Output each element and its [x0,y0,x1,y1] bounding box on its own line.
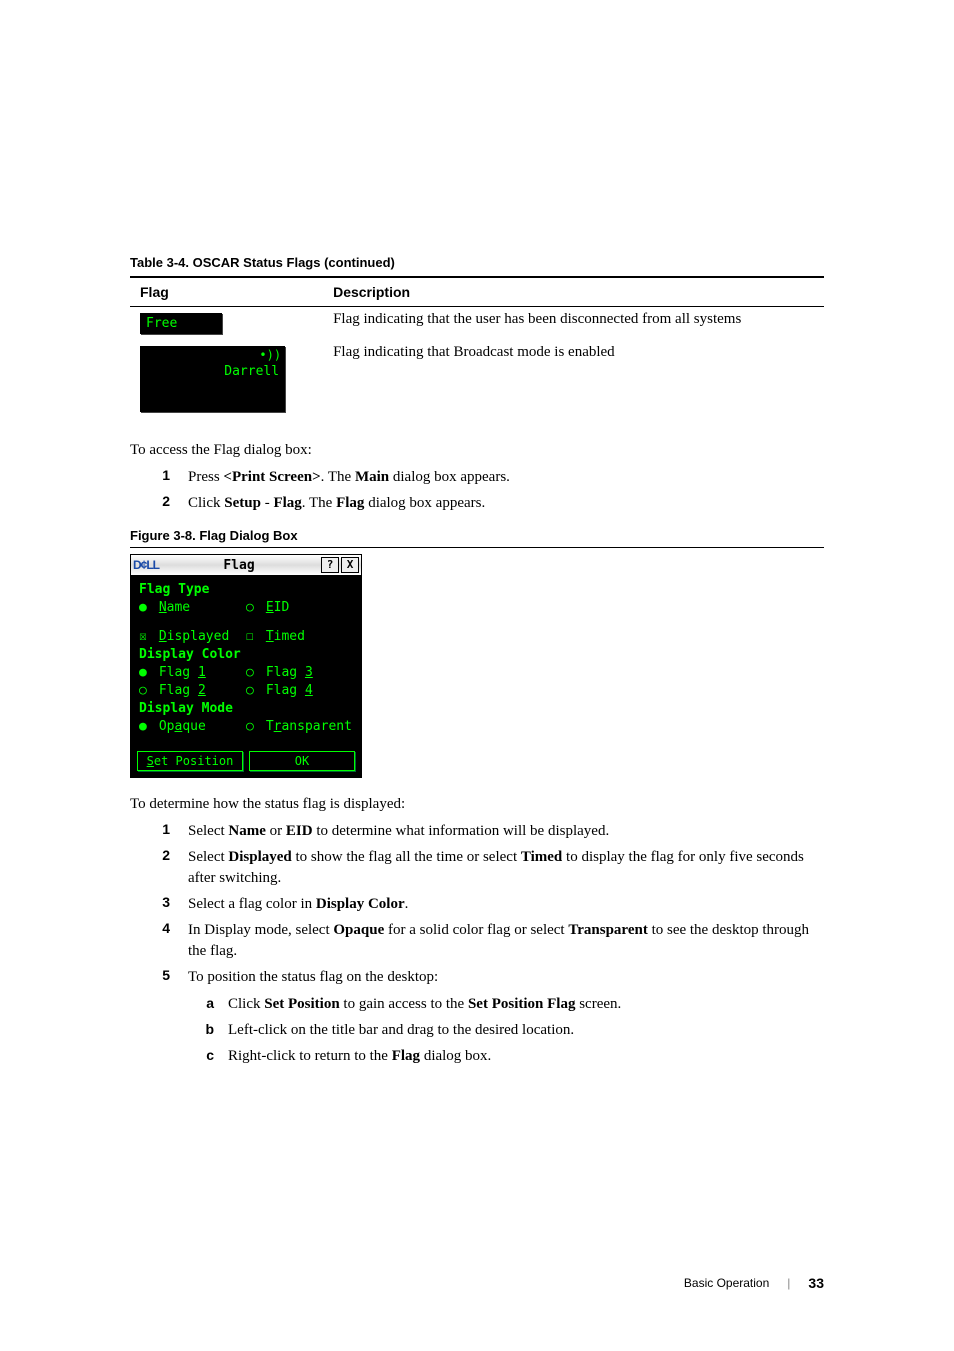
determine-intro: To determine how the status flag is disp… [130,796,824,813]
page-number: 33 [808,1275,824,1291]
dell-logo: D¢LL [133,558,159,572]
table-caption: Table 3-4. OSCAR Status Flags (continued… [130,255,824,270]
step-number: 2 [130,847,188,889]
row-desc: Flag indicating that the user has been d… [323,307,824,341]
group-display-color: Display Color [139,647,353,662]
figure-caption: Figure 3-8. Flag Dialog Box [130,528,824,548]
step-number: 1 [130,467,188,488]
substep-marker: b [188,1020,228,1041]
step-number: 1 [130,821,188,842]
group-flag-type: Flag Type [139,582,353,597]
radio-opaque[interactable]: ● Opaque [139,719,246,734]
ok-button[interactable]: OK [249,751,355,771]
radio-flag2[interactable]: ○ Flag 2 [139,683,246,698]
list-item: 5 To position the status flag on the des… [130,967,824,1072]
set-position-button[interactable]: Set Position [137,751,243,771]
table-row: Darrell •)) Flag indicating that Broadca… [130,340,824,418]
access-steps: 1 Press <Print Screen>. The Main dialog … [130,467,824,514]
group-display-mode: Display Mode [139,701,353,716]
determine-steps: 1 Select Name or EID to determine what i… [130,821,824,1072]
row-desc: Flag indicating that Broadcast mode is e… [323,340,824,418]
list-item: b Left-click on the title bar and drag t… [188,1020,824,1041]
dialog-title: Flag [159,558,319,573]
list-item: 4 In Display mode, select Opaque for a s… [130,920,824,962]
flag-label: Darrell [224,364,279,379]
broadcast-icon: •)) [259,348,281,362]
radio-eid[interactable]: ○ EID [246,600,353,615]
table-row: Free Flag indicating that the user has b… [130,307,824,341]
step-number: 2 [130,493,188,514]
list-item: 2 Click Setup - Flag. The Flag dialog bo… [130,493,824,514]
flag-free-icon: Free [140,313,222,334]
substeps: a Click Set Position to gain access to t… [188,994,824,1067]
radio-flag1[interactable]: ● Flag 1 [139,665,246,680]
flag-dialog: D¢LL Flag ? X Flag Type ● Name ○ EID ☒ D… [130,554,362,778]
checkbox-displayed[interactable]: ☒ Displayed [139,629,246,644]
list-item: 3 Select a flag color in Display Color. [130,894,824,915]
substep-marker: a [188,994,228,1015]
flag-darrell-icon: Darrell •)) [140,346,285,412]
dialog-titlebar[interactable]: D¢LL Flag ? X [131,555,361,576]
status-flags-table: Flag Description Free Flag indicating th… [130,276,824,418]
col-flag: Flag [130,277,323,307]
list-item: 1 Select Name or EID to determine what i… [130,821,824,842]
checkbox-timed[interactable]: ☐ Timed [246,629,353,644]
footer-section: Basic Operation [684,1276,769,1290]
list-item: 2 Select Displayed to show the flag all … [130,847,824,889]
access-intro: To access the Flag dialog box: [130,442,824,459]
list-item: a Click Set Position to gain access to t… [188,994,824,1015]
substep-marker: c [188,1046,228,1067]
col-description: Description [323,277,824,307]
list-item: 1 Press <Print Screen>. The Main dialog … [130,467,824,488]
footer-divider: | [787,1276,790,1290]
close-icon[interactable]: X [341,557,359,573]
page-footer: Basic Operation | 33 [684,1275,824,1291]
list-item: c Right-click to return to the Flag dial… [188,1046,824,1067]
help-icon[interactable]: ? [321,557,339,573]
radio-flag3[interactable]: ○ Flag 3 [246,665,353,680]
step-number: 3 [130,894,188,915]
radio-transparent[interactable]: ○ Transparent [246,719,353,734]
radio-name[interactable]: ● Name [139,600,246,615]
step-number: 5 [130,967,188,1072]
radio-flag4[interactable]: ○ Flag 4 [246,683,353,698]
step-number: 4 [130,920,188,962]
